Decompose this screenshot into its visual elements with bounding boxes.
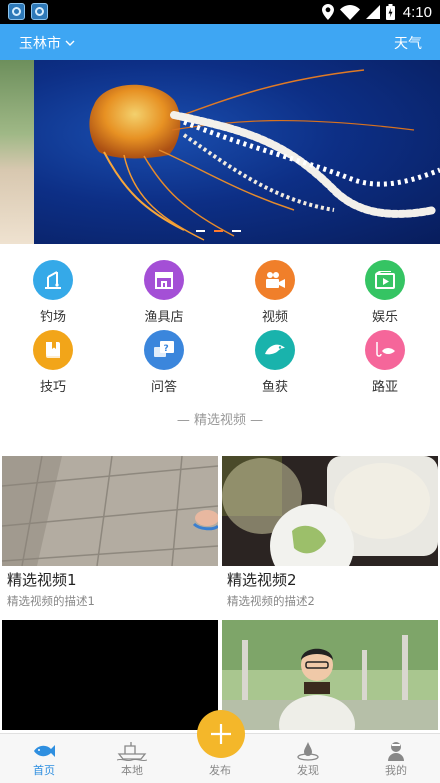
- tab-label: 发布: [209, 764, 231, 777]
- weather-button[interactable]: 天气: [394, 33, 422, 53]
- banner-image[interactable]: [34, 60, 440, 244]
- lure-icon: [365, 330, 405, 370]
- category-tackle-shop[interactable]: 渔具店: [119, 260, 209, 325]
- category-label: 视频: [261, 310, 288, 325]
- tackle-shop-icon: [144, 260, 184, 300]
- category-fishing-spot[interactable]: 钓场: [8, 260, 98, 325]
- boat-icon: [117, 742, 147, 761]
- tab-profile[interactable]: 我的: [352, 740, 440, 778]
- category-catch[interactable]: 鱼获: [230, 330, 320, 395]
- category-label: 钓场: [39, 310, 66, 325]
- fish-icon: [34, 745, 55, 757]
- category-label: 渔具店: [144, 310, 184, 325]
- video-card-1[interactable]: 精选视频1 精选视频的描述1: [2, 456, 218, 609]
- qa-icon: ?: [144, 330, 184, 370]
- carousel-dot-active: [214, 230, 223, 232]
- category-label: 鱼获: [261, 380, 288, 395]
- wifi-icon: [339, 4, 360, 20]
- notification-icons: [8, 3, 48, 20]
- catch-fish-icon: [255, 330, 295, 370]
- fishing-spot-icon: [33, 260, 73, 300]
- plus-icon: [211, 724, 231, 744]
- carousel-indicator: [196, 230, 241, 232]
- system-icons: 4:10: [321, 2, 432, 22]
- location-icon: [321, 4, 334, 20]
- video-description: 精选视频的描述2: [227, 594, 315, 608]
- video-title: 精选视频1: [7, 571, 77, 589]
- category-label: 路亚: [371, 380, 398, 395]
- category-label: 技巧: [39, 380, 66, 395]
- tab-label: 我的: [385, 764, 407, 777]
- video-thumbnail[interactable]: [222, 456, 438, 566]
- jellyfish-image: [89, 69, 440, 241]
- battery-icon: [385, 4, 395, 20]
- discover-icon: [297, 742, 319, 761]
- profile-icon: [388, 742, 404, 761]
- featured-videos-heading: — 精选视频 —: [176, 413, 264, 428]
- carousel-dot: [196, 230, 205, 232]
- banner-previous-slide: [0, 60, 34, 244]
- carousel-dot: [232, 230, 241, 232]
- app-icon-1: [8, 3, 25, 20]
- signal-icon: [365, 5, 380, 19]
- category-entertainment[interactable]: 娱乐: [340, 260, 430, 325]
- category-video[interactable]: 视频: [230, 260, 320, 325]
- clock: 4:10: [402, 3, 432, 21]
- category-tips[interactable]: 技巧: [8, 330, 98, 395]
- entertainment-icon: [365, 260, 405, 300]
- video-card-3[interactable]: [2, 620, 218, 730]
- video-thumbnail[interactable]: [222, 620, 438, 730]
- video-title: 精选视频2: [227, 571, 297, 589]
- app-header: 玉林市 天气: [0, 24, 440, 60]
- category-qa[interactable]: ? 问答: [119, 330, 209, 395]
- app-icon-2: [31, 3, 48, 20]
- video-thumbnail[interactable]: [2, 620, 218, 730]
- video-camera-icon: [255, 260, 295, 300]
- status-bar: 4:10: [0, 0, 440, 24]
- category-label: 娱乐: [371, 310, 398, 325]
- category-label: 问答: [150, 380, 177, 395]
- banner-carousel[interactable]: [0, 60, 440, 244]
- tab-home[interactable]: 首页: [0, 740, 88, 778]
- publish-button[interactable]: [197, 710, 245, 758]
- tab-local[interactable]: 本地: [88, 740, 176, 778]
- tab-label: 首页: [33, 764, 55, 777]
- tips-book-icon: [33, 330, 73, 370]
- tab-label: 发现: [297, 764, 319, 777]
- svg-text:?: ?: [164, 344, 169, 354]
- video-card-2[interactable]: 精选视频2 精选视频的描述2: [222, 456, 438, 609]
- tab-label: 本地: [121, 764, 143, 777]
- category-lure[interactable]: 路亚: [340, 330, 430, 395]
- video-description: 精选视频的描述1: [7, 594, 95, 608]
- video-thumbnail[interactable]: [2, 456, 218, 566]
- video-card-4[interactable]: [222, 620, 438, 730]
- city-selector[interactable]: 玉林市: [19, 33, 75, 53]
- chevron-down-icon: [65, 40, 75, 46]
- city-label: 玉林市: [19, 36, 61, 52]
- tab-discover[interactable]: 发现: [264, 740, 352, 778]
